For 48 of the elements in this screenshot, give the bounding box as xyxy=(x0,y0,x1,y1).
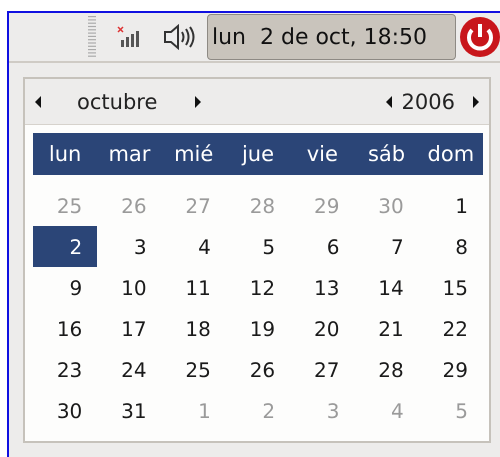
day-cell[interactable]: 24 xyxy=(97,349,162,390)
day-cell[interactable]: 27 xyxy=(290,349,354,390)
day-cell[interactable]: 6 xyxy=(290,226,354,267)
month-label: octubre xyxy=(77,90,158,114)
day-cell[interactable]: 28 xyxy=(354,349,419,390)
next-arrow-icon[interactable] xyxy=(473,96,479,108)
day-cell[interactable]: 18 xyxy=(162,308,226,349)
day-cell[interactable]: 4 xyxy=(162,226,226,267)
previous-arrow-icon[interactable] xyxy=(386,96,392,108)
day-cell[interactable]: 26 xyxy=(226,349,290,390)
weekday-label: vie xyxy=(306,142,339,166)
day-cell[interactable]: 3 xyxy=(97,226,162,267)
weekday-label: mié xyxy=(173,142,214,166)
weekday-label: sáb xyxy=(366,142,406,166)
day-cell[interactable]: 15 xyxy=(418,267,483,308)
day-cell[interactable]: 14 xyxy=(354,267,419,308)
day-cell[interactable]: 2 xyxy=(33,226,98,267)
next-arrow-icon[interactable] xyxy=(195,96,202,108)
day-cell[interactable]: 9 xyxy=(33,267,98,308)
signal-bars-icon[interactable] xyxy=(117,26,141,48)
weekday-label: dom xyxy=(426,142,476,166)
weekday-label: lun xyxy=(48,142,82,166)
day-cell[interactable]: 31 xyxy=(97,390,162,431)
day-cell[interactable]: 7 xyxy=(354,226,419,267)
day-cell[interactable]: 22 xyxy=(418,308,483,349)
day-cell[interactable]: 29 xyxy=(418,349,483,390)
day-cell[interactable]: 23 xyxy=(33,349,98,390)
day-cell[interactable]: 8 xyxy=(418,226,483,267)
day-cell[interactable]: 5 xyxy=(226,226,290,267)
weekday-label: mar xyxy=(107,142,152,166)
day-cell[interactable]: 21 xyxy=(354,308,419,349)
day-cell[interactable]: 13 xyxy=(290,267,354,308)
day-cell[interactable]: 19 xyxy=(226,308,290,349)
weekday-label: jue xyxy=(240,142,276,166)
day-cell[interactable]: 10 xyxy=(97,267,162,308)
day-cell[interactable]: 1 xyxy=(418,185,483,226)
clock-button[interactable]: lun 2 de oct, 18:50 xyxy=(207,14,456,60)
previous-arrow-icon[interactable] xyxy=(35,96,41,108)
day-cell[interactable]: 12 xyxy=(226,267,290,308)
power-icon[interactable] xyxy=(458,15,500,59)
drag-handle-icon[interactable] xyxy=(88,16,96,58)
day-cell[interactable]: 16 xyxy=(33,308,98,349)
day-cell[interactable]: 11 xyxy=(162,267,226,308)
day-cell[interactable]: 30 xyxy=(33,390,98,431)
day-cell[interactable]: 20 xyxy=(290,308,354,349)
day-cell[interactable]: 17 xyxy=(97,308,162,349)
day-cell[interactable]: 25 xyxy=(162,349,226,390)
year-label: 2006 xyxy=(402,90,455,114)
